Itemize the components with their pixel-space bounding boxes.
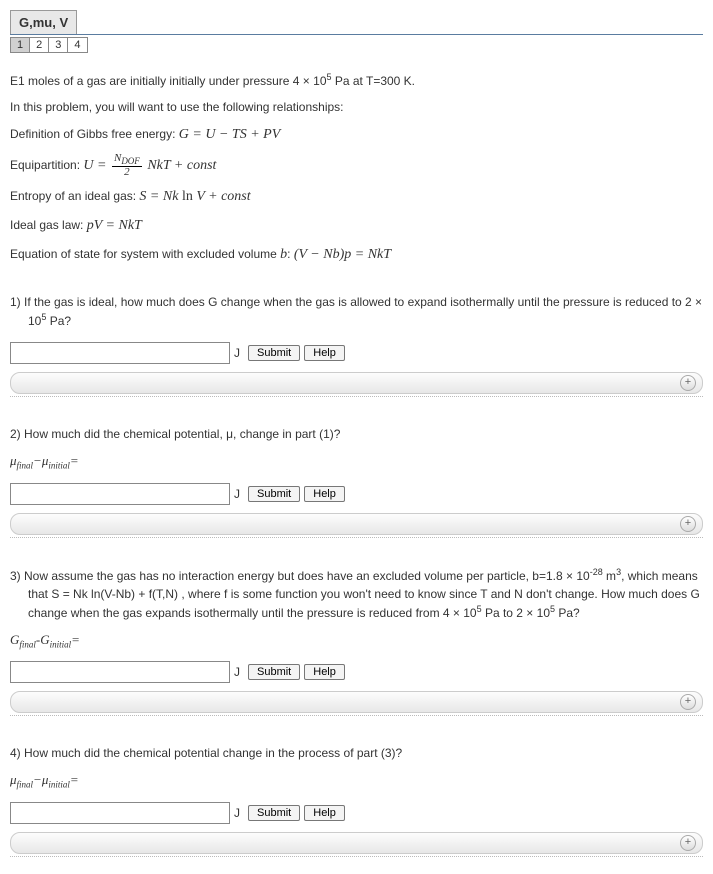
expand-icon[interactable]: + <box>680 835 696 851</box>
q1-answer-input[interactable] <box>10 342 230 364</box>
intro-line-1a: E1 moles of a gas are initially initiall… <box>10 74 327 88</box>
def-gibbs-label: Definition of Gibbs free energy: <box>10 127 179 141</box>
page-title: G,mu, V <box>10 10 77 34</box>
q3-answer-row: J Submit Help <box>10 661 703 683</box>
eos: Equation of state for system with exclud… <box>10 244 703 265</box>
q3-a: 3) Now assume the gas has no interaction… <box>10 569 590 583</box>
q4-unit: J <box>234 806 240 820</box>
def-gibbs-formula: G = U − TS + PV <box>179 127 281 142</box>
q4-answer-row: J Submit Help <box>10 802 703 824</box>
q1-unit: J <box>234 346 240 360</box>
q3-answer-label: Gfinal-Ginitial= <box>10 632 703 650</box>
q1-submit-button[interactable]: Submit <box>248 345 300 361</box>
q4-help-button[interactable]: Help <box>304 805 345 821</box>
q3-e: Pa? <box>555 606 580 620</box>
divider <box>10 856 703 857</box>
q2-help-button[interactable]: Help <box>304 486 345 502</box>
tab-3[interactable]: 3 <box>48 37 68 53</box>
intro-line-1: E1 moles of a gas are initially initiall… <box>10 71 703 90</box>
q4-feedback-bar: + <box>10 832 703 854</box>
def-gibbs: Definition of Gibbs free energy: G = U −… <box>10 124 703 145</box>
q3-unit: J <box>234 665 240 679</box>
question-1: 1) If the gas is ideal, how much does G … <box>10 293 703 397</box>
q2-answer-label: μfinal−μinitial= <box>10 453 703 471</box>
q1-text-b: Pa? <box>46 314 71 328</box>
q4-text: 4) How much did the chemical potential c… <box>10 744 703 762</box>
q1-feedback-bar: + <box>10 372 703 394</box>
q2-answer-input[interactable] <box>10 483 230 505</box>
tab-1[interactable]: 1 <box>10 37 30 53</box>
q4-submit-button[interactable]: Submit <box>248 805 300 821</box>
q3-help-button[interactable]: Help <box>304 664 345 680</box>
q2-text: 2) How much did the chemical potential, … <box>10 425 703 443</box>
tab-4[interactable]: 4 <box>67 37 87 53</box>
expand-icon[interactable]: + <box>680 375 696 391</box>
q3-d: Pa to 2 × 10 <box>482 606 550 620</box>
q3-answer-input[interactable] <box>10 661 230 683</box>
title-tab-row: G,mu, V <box>10 10 703 35</box>
expand-icon[interactable]: + <box>680 694 696 710</box>
ideal-gas: Ideal gas law: pV = NkT <box>10 215 703 236</box>
intro-block: E1 moles of a gas are initially initiall… <box>10 71 703 265</box>
intro-line-2: In this problem, you will want to use th… <box>10 98 703 116</box>
entropy-label: Entropy of an ideal gas: <box>10 189 139 203</box>
entropy: Entropy of an ideal gas: S = Nk ln V + c… <box>10 186 703 207</box>
divider <box>10 537 703 538</box>
equipartition-label: Equipartition: <box>10 158 83 172</box>
page-number-tabs: 1234 <box>10 37 703 53</box>
q3-e1: -28 <box>590 567 603 577</box>
q1-text: 1) If the gas is ideal, how much does G … <box>10 293 703 330</box>
eq-num-sub: DOF <box>121 156 140 166</box>
q1-help-button[interactable]: Help <box>304 345 345 361</box>
divider <box>10 715 703 716</box>
divider <box>10 396 703 397</box>
q1-answer-row: J Submit Help <box>10 342 703 364</box>
q1-text-a: 1) If the gas is ideal, how much does G … <box>10 295 702 328</box>
question-4: 4) How much did the chemical potential c… <box>10 744 703 857</box>
expand-icon[interactable]: + <box>680 516 696 532</box>
q3-text: 3) Now assume the gas has no interaction… <box>10 566 703 622</box>
eos-formula: (V − Nb)p = NkT <box>294 247 391 262</box>
ideal-formula: pV = NkT <box>87 218 142 233</box>
ideal-label: Ideal gas law: <box>10 218 87 232</box>
intro-line-1b: Pa at T=300 K. <box>332 74 416 88</box>
question-3: 3) Now assume the gas has no interaction… <box>10 566 703 717</box>
q2-unit: J <box>234 487 240 501</box>
q3-feedback-bar: + <box>10 691 703 713</box>
q3-submit-button[interactable]: Submit <box>248 664 300 680</box>
q2-answer-row: J Submit Help <box>10 483 703 505</box>
entropy-formula: S = Nk ln V + const <box>139 189 250 204</box>
q4-answer-label: μfinal−μinitial= <box>10 772 703 790</box>
equipartition: Equipartition: U = NDOF 2 NkT + const <box>10 153 703 178</box>
question-2: 2) How much did the chemical potential, … <box>10 425 703 538</box>
eq-den: 2 <box>112 167 142 178</box>
q3-b: m <box>603 569 616 583</box>
q4-answer-input[interactable] <box>10 802 230 824</box>
equipartition-formula: U = NDOF 2 NkT + const <box>83 158 216 173</box>
eos-b: b <box>280 247 287 262</box>
q2-submit-button[interactable]: Submit <box>248 486 300 502</box>
q2-feedback-bar: + <box>10 513 703 535</box>
tab-2[interactable]: 2 <box>29 37 49 53</box>
eos-label: Equation of state for system with exclud… <box>10 247 280 261</box>
